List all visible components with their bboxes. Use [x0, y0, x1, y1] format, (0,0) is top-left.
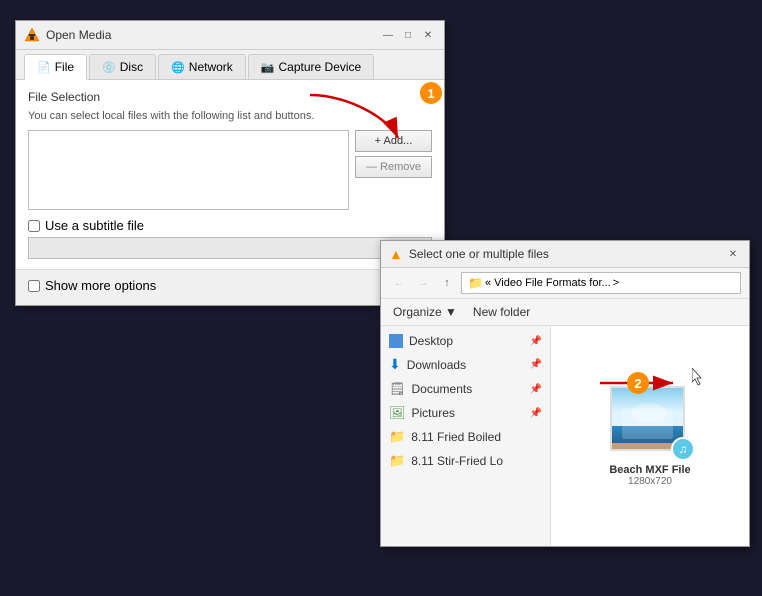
breadcrumb-arrow: > [613, 277, 619, 289]
file-selection-label: File Selection [28, 90, 432, 104]
folder-1-label: 8.11 Fried Boiled [411, 430, 501, 444]
file-browser-window: ▲ Select one or multiple files ✕ ← → ↑ 📁… [380, 240, 750, 547]
breadcrumb-text: « Video File Formats for... [485, 277, 611, 289]
organize-button[interactable]: Organize ▼ [389, 303, 461, 321]
folder-2-label: 8.11 Stir-Fried Lo [411, 454, 503, 468]
breadcrumb-folder-icon: 📁 [468, 276, 483, 290]
tree-item-pictures[interactable]: 🖼 Pictures 📌 [381, 401, 550, 425]
minimize-button[interactable]: — [380, 27, 396, 43]
maximize-button[interactable]: □ [400, 27, 416, 43]
tab-network[interactable]: 🌐 Network [158, 54, 246, 79]
subtitle-area: Use a subtitle file [28, 218, 432, 259]
window-title: Open Media [46, 28, 380, 42]
browser-window-title: Select one or multiple files [409, 247, 725, 261]
subtitle-file-input[interactable] [28, 237, 432, 259]
subtitle-label: Use a subtitle file [45, 218, 144, 233]
subtitle-checkbox[interactable] [28, 220, 40, 232]
file-thumbnail: ♫ [610, 386, 690, 456]
browser-title-bar: ▲ Select one or multiple files ✕ [381, 241, 749, 268]
documents-label: Documents [412, 382, 473, 396]
desktop-icon [389, 334, 403, 348]
tree-item-folder-1[interactable]: 📁 8.11 Fried Boiled [381, 425, 550, 449]
add-button[interactable]: + Add... [355, 130, 432, 152]
forward-button[interactable]: → [413, 273, 433, 293]
capture-tab-label: Capture Device [279, 60, 362, 74]
preview-file-dimensions: 1280x720 [628, 476, 672, 487]
subtitle-checkbox-row: Use a subtitle file [28, 218, 432, 233]
show-more-label: Show more options [45, 278, 156, 293]
downloads-pin-icon: 📌 [530, 359, 542, 370]
close-button[interactable]: ✕ [420, 27, 436, 43]
disc-tab-label: Disc [120, 60, 143, 74]
pictures-label: Pictures [412, 406, 455, 420]
organize-bar: Organize ▼ New folder [381, 299, 749, 326]
tab-disc[interactable]: 💿 Disc [89, 54, 156, 79]
documents-icon: 🗒 [389, 381, 406, 397]
show-more-checkbox[interactable] [28, 280, 40, 292]
browser-window-controls: ✕ [725, 246, 741, 262]
folder-1-icon: 📁 [389, 429, 405, 445]
browser-content: Desktop 📌 ⬇ Downloads 📌 🗒 Documents 📌 🖼 … [381, 326, 749, 546]
tab-capture[interactable]: 📷 Capture Device [248, 54, 374, 79]
preview-file-name: Beach MXF File [609, 464, 690, 476]
tab-bar: 📄 File 💿 Disc 🌐 Network 📷 Capture Device [16, 50, 444, 80]
remove-button[interactable]: — Remove [355, 156, 432, 178]
network-tab-icon: 🌐 [171, 61, 185, 74]
breadcrumb-path[interactable]: 📁 « Video File Formats for... > [461, 272, 741, 294]
new-folder-button[interactable]: New folder [469, 303, 534, 321]
downloads-label: Downloads [407, 358, 466, 372]
folder-2-icon: 📁 [389, 453, 405, 469]
file-tab-icon: 📄 [37, 61, 51, 74]
desktop-pin-icon: 📌 [530, 336, 542, 347]
vlc-icon [24, 27, 40, 43]
tree-item-desktop[interactable]: Desktop 📌 [381, 330, 550, 352]
file-list-box[interactable] [28, 130, 349, 210]
browser-close-button[interactable]: ✕ [725, 246, 741, 262]
title-bar: Open Media — □ ✕ [16, 21, 444, 50]
browser-toolbar: ← → ↑ 📁 « Video File Formats for... > [381, 268, 749, 299]
pictures-icon: 🖼 [389, 405, 406, 421]
up-button[interactable]: ↑ [437, 273, 457, 293]
browser-vlc-icon: ▲ [389, 246, 403, 262]
disc-tab-icon: 💿 [102, 61, 116, 74]
step-badge-1: 1 [420, 82, 442, 104]
pictures-pin-icon: 📌 [530, 408, 542, 419]
capture-tab-icon: 📷 [261, 61, 275, 74]
file-action-buttons: + Add... — Remove [355, 130, 432, 210]
downloads-icon: ⬇ [389, 356, 401, 373]
tree-item-documents[interactable]: 🗒 Documents 📌 [381, 377, 550, 401]
file-preview-panel: ♫ Beach MXF File 1280x720 [551, 326, 749, 546]
more-options-row: Show more options [28, 278, 432, 293]
tree-item-folder-2[interactable]: 📁 8.11 Stir-Fried Lo [381, 449, 550, 473]
back-button[interactable]: ← [389, 273, 409, 293]
file-tree-panel: Desktop 📌 ⬇ Downloads 📌 🗒 Documents 📌 🖼 … [381, 326, 551, 546]
file-selection-description: You can select local files with the foll… [28, 110, 432, 122]
tree-item-downloads[interactable]: ⬇ Downloads 📌 [381, 352, 550, 377]
music-overlay-icon: ♫ [671, 437, 695, 461]
window-controls: — □ ✕ [380, 27, 436, 43]
tab-file[interactable]: 📄 File [24, 54, 87, 80]
desktop-label: Desktop [409, 334, 453, 348]
file-list-area: + Add... — Remove [28, 130, 432, 210]
documents-pin-icon: 📌 [530, 384, 542, 395]
step-badge-2: 2 [627, 372, 649, 394]
network-tab-label: Network [189, 60, 233, 74]
file-tab-label: File [55, 60, 74, 74]
